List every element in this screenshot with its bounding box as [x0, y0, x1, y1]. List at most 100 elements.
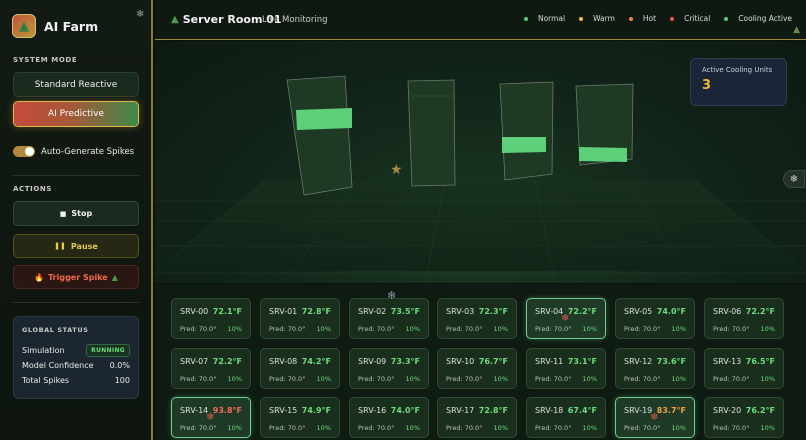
- server-confidence: 10%: [227, 424, 242, 432]
- server-card-header: SRV-02 73.5°F: [358, 304, 420, 318]
- server-card-footer: Pred: 70.0° 10%: [446, 372, 508, 386]
- server-card-header: SRV-06 72.2°F: [713, 304, 775, 318]
- server-prediction: Pred: 70.0°: [180, 325, 217, 333]
- server-rack[interactable]: [575, 83, 634, 166]
- trigger-spike-button[interactable]: 🔥 Trigger Spike ▲: [13, 265, 139, 289]
- stop-label: Stop: [71, 209, 93, 218]
- server-confidence: 10%: [582, 325, 597, 333]
- server-card-header: SRV-13 76.5°F: [713, 354, 775, 368]
- server-confidence: 10%: [405, 424, 420, 432]
- legend-dot: [670, 16, 675, 21]
- server-confidence: 10%: [405, 325, 420, 333]
- standard-reactive-button[interactable]: Standard Reactive: [13, 72, 139, 97]
- server-card[interactable]: SRV-07 72.2°F Pred: 70.0° 10%: [171, 348, 251, 389]
- server-card[interactable]: SRV-18 67.4°F Pred: 70.0° 10%: [526, 397, 606, 438]
- server-name: SRV-18: [535, 405, 564, 415]
- server-card[interactable]: SRV-02 73.5°F Pred: 70.0° 10%: [349, 298, 429, 339]
- server-confidence: 10%: [405, 375, 420, 383]
- server-card[interactable]: SRV-13 76.5°F Pred: 70.0° 10%: [704, 348, 784, 389]
- server-temperature: 76.5°F: [745, 356, 775, 366]
- server-card-footer: Pred: 70.0° 10%: [269, 372, 331, 386]
- snowflake-icon: ❄: [387, 289, 397, 302]
- confidence-label: Model Confidence: [22, 361, 94, 370]
- server-temperature: 76.2°F: [745, 405, 775, 415]
- stop-button[interactable]: ■ Stop: [13, 201, 139, 226]
- auto-spike-toggle[interactable]: [13, 146, 35, 157]
- server-card[interactable]: SRV-06 72.2°F Pred: 70.0° 10%: [704, 298, 784, 339]
- sidebar: ▲ AI Farm ❄ SYSTEM MODE Standard Reactiv…: [0, 0, 153, 440]
- server-card[interactable]: SRV-17 72.8°F Pred: 70.0° 10%: [437, 397, 517, 438]
- server-card-footer: Pred: 70.0° 10%: [713, 421, 775, 435]
- server-confidence: 10%: [760, 424, 775, 432]
- server-card-header: SRV-09 73.3°F: [358, 354, 420, 368]
- server-name: SRV-09: [358, 356, 387, 366]
- server-confidence: 10%: [316, 375, 331, 383]
- server-temperature: 67.4°F: [567, 405, 597, 415]
- legend-item: Cooling Active: [724, 14, 792, 23]
- legend-item: Hot: [628, 14, 656, 23]
- server-card[interactable]: SRV-12 73.6°F Pred: 70.0° 10%: [615, 348, 695, 389]
- tree-icon: ▲: [171, 14, 179, 25]
- server-prediction: Pred: 70.0°: [180, 424, 217, 432]
- server-prediction: Pred: 70.0°: [535, 325, 572, 333]
- server-card[interactable]: SRV-11 73.1°F Pred: 70.0° 10%: [526, 348, 606, 389]
- header: ▲ Server Room 01 Live Monitoring Normal W…: [155, 0, 806, 40]
- auto-spike-toggle-row: Auto-Generate Spikes: [13, 146, 134, 157]
- server-card[interactable]: SRV-16 74.0°F Pred: 70.0° 10%: [349, 397, 429, 438]
- server-rack[interactable]: [286, 75, 353, 196]
- server-card-footer: Pred: 70.0° 10%: [358, 322, 420, 336]
- server-card-header: SRV-20 76.2°F: [713, 403, 775, 417]
- live-monitoring-label: Live Monitoring: [262, 15, 328, 25]
- server-confidence: 10%: [493, 424, 508, 432]
- server-card[interactable]: SRV-01 72.8°F Pred: 70.0° 10%: [260, 298, 340, 339]
- floor-grid: [155, 181, 806, 271]
- server-temperature: 72.3°F: [478, 306, 508, 316]
- cooling-snowflake-icon: ❄: [650, 412, 659, 423]
- server-card[interactable]: SRV-03 72.3°F Pred: 70.0° 10%: [437, 298, 517, 339]
- pause-button[interactable]: ❚❚ Pause: [13, 234, 139, 258]
- server-card[interactable]: SRV-10 76.7°F Pred: 70.0° 10%: [437, 348, 517, 389]
- server-confidence: 10%: [760, 375, 775, 383]
- server-temperature: 72.2°F: [567, 306, 597, 316]
- server-card[interactable]: SRV-15 74.9°F Pred: 70.0° 10%: [260, 397, 340, 438]
- snowflake-icon[interactable]: ❄: [783, 170, 805, 188]
- server-card[interactable]: SRV-00 72.1°F Pred: 70.0° 10%: [171, 298, 251, 339]
- actions-label: ACTIONS: [13, 185, 52, 193]
- server-prediction: Pred: 70.0°: [269, 375, 306, 383]
- active-cooling-panel: Active Cooling Units 3: [690, 58, 787, 106]
- server-rack[interactable]: [407, 79, 456, 187]
- legend-item: Critical: [670, 14, 710, 23]
- server-name: SRV-19: [624, 405, 653, 415]
- server-card[interactable]: SRV-20 76.2°F Pred: 70.0° 10%: [704, 397, 784, 438]
- server-card[interactable]: SRV-19 83.7°F Pred: 70.0° 10% ❄: [615, 397, 695, 438]
- cooling-label: Active Cooling Units: [702, 66, 773, 74]
- server-card-footer: Pred: 70.0° 10%: [535, 372, 597, 386]
- server-card[interactable]: SRV-09 73.3°F Pred: 70.0° 10%: [349, 348, 429, 389]
- server-card-footer: Pred: 70.0° 10%: [180, 421, 242, 435]
- server-rack[interactable]: [499, 81, 554, 181]
- server-card[interactable]: SRV-05 74.0°F Pred: 70.0° 10%: [615, 298, 695, 339]
- server-card[interactable]: SRV-08 74.2°F Pred: 70.0° 10%: [260, 348, 340, 389]
- simulation-status-badge: RUNNING: [86, 344, 130, 357]
- server-prediction: Pred: 70.0°: [446, 325, 483, 333]
- server-name: SRV-08: [269, 356, 298, 366]
- cooling-snowflake-icon: ❄: [561, 313, 570, 324]
- trigger-spike-label: Trigger Spike: [48, 272, 108, 282]
- server-room-3d-view[interactable]: ★ Active Cooling Units 3 ❄: [155, 41, 806, 283]
- server-confidence: 10%: [582, 375, 597, 383]
- server-card-header: SRV-10 76.7°F: [446, 354, 508, 368]
- stop-icon: ■: [59, 209, 67, 218]
- ai-predictive-button[interactable]: AI Predictive: [13, 101, 139, 127]
- legend-label: Warm: [593, 14, 615, 23]
- simulation-row: Simulation RUNNING: [22, 343, 130, 358]
- simulation-label: Simulation: [22, 346, 65, 355]
- server-confidence: 10%: [671, 325, 686, 333]
- server-card-footer: Pred: 70.0° 10%: [535, 421, 597, 435]
- legend-item: Warm: [579, 14, 615, 23]
- server-card[interactable]: SRV-14 93.8°F Pred: 70.0° 10% ❄: [171, 397, 251, 438]
- auto-spike-label: Auto-Generate Spikes: [41, 146, 135, 157]
- server-card[interactable]: SRV-04 72.2°F Pred: 70.0° 10% ❄: [526, 298, 606, 339]
- server-name: SRV-05: [624, 306, 653, 316]
- tree-icon: ▲: [111, 272, 118, 282]
- global-status-panel: GLOBAL STATUS Simulation RUNNING Model C…: [13, 316, 139, 399]
